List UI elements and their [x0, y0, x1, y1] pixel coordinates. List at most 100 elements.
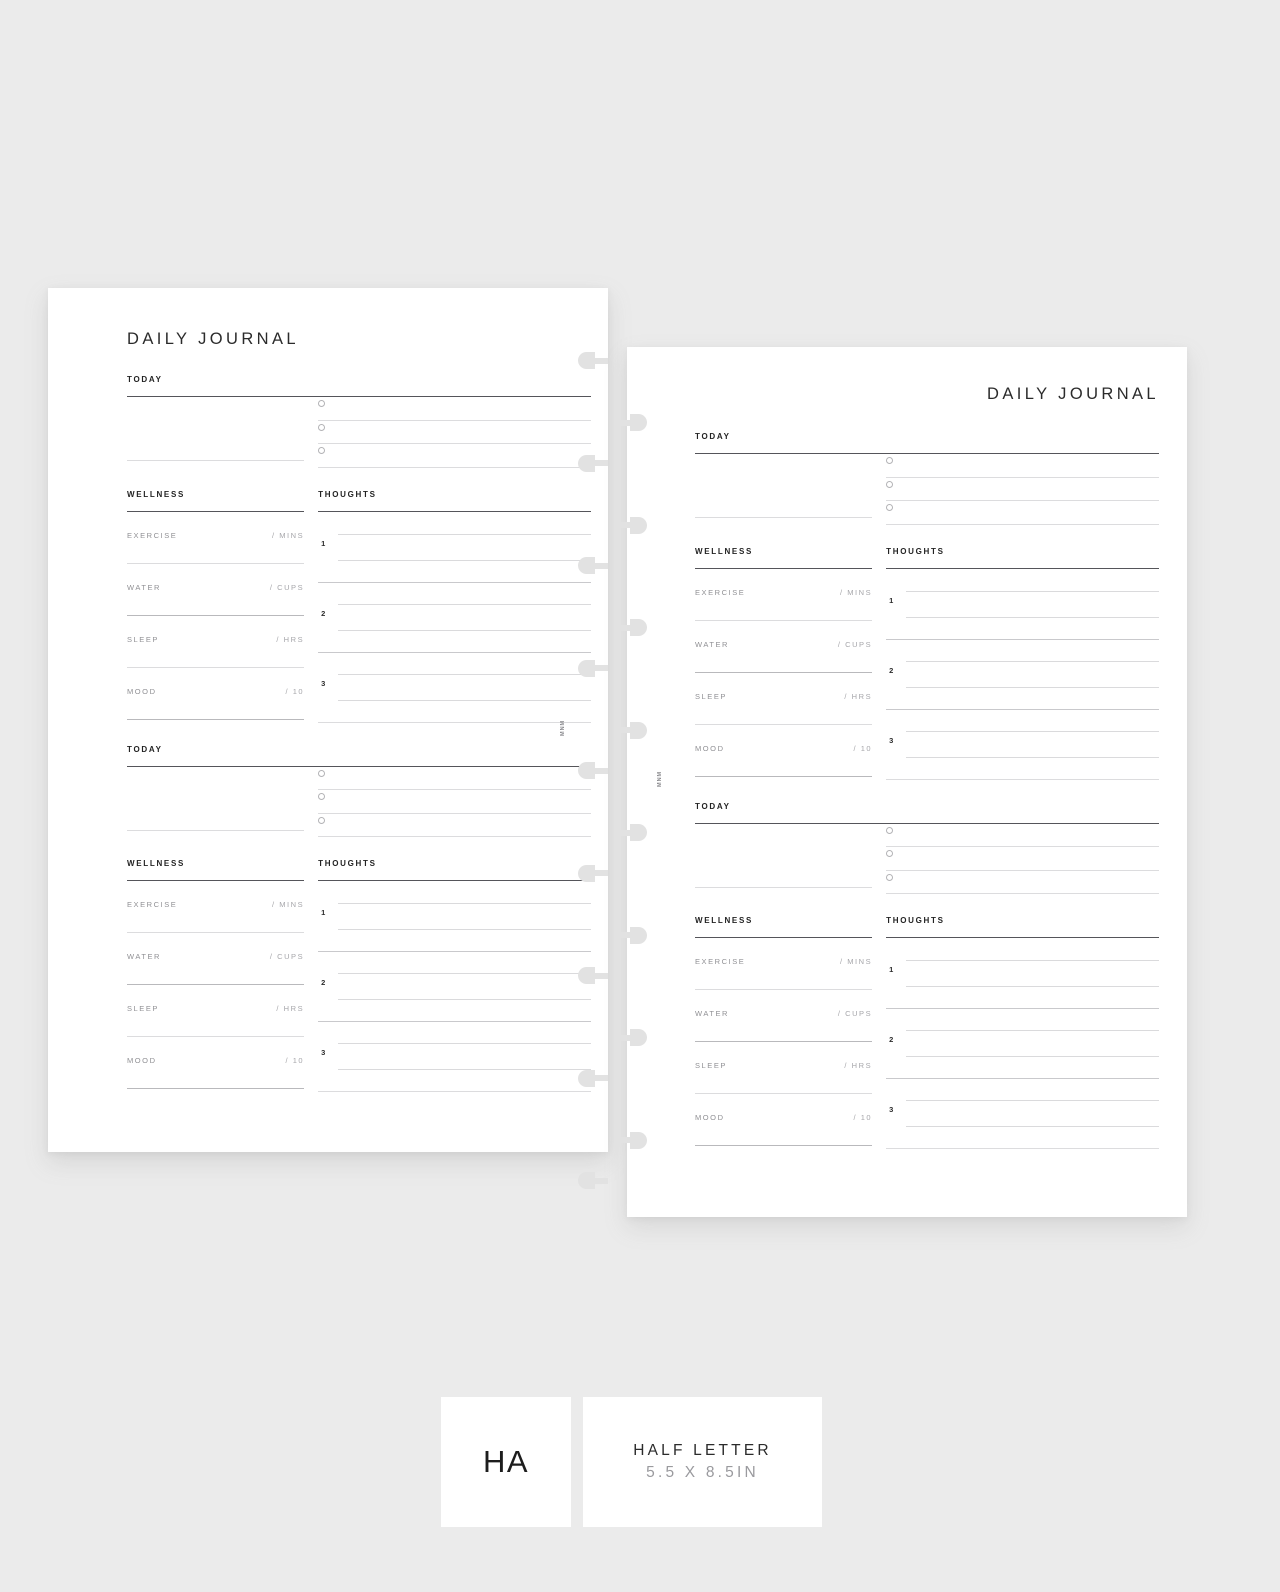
wellness-row[interactable]: WATER / CUPS [695, 621, 873, 673]
checklist-item[interactable] [886, 871, 1159, 894]
thought-write-lines[interactable] [338, 951, 591, 1021]
wellness-row-text: MOOD / 10 [127, 687, 304, 696]
today-freeform-area[interactable] [127, 767, 318, 838]
radio-circle-icon[interactable] [318, 769, 326, 777]
thought-write-lines[interactable] [338, 582, 591, 652]
thought-write-lines[interactable] [338, 1021, 591, 1091]
checklist-item[interactable] [318, 444, 591, 468]
wellness-row[interactable]: EXERCISE / MINS [695, 569, 873, 621]
wellness-row[interactable]: SLEEP / HRS [127, 985, 305, 1037]
today-freeform-area[interactable] [695, 454, 886, 525]
thought-write-lines[interactable] [906, 569, 1159, 639]
wellness-row[interactable]: EXERCISE / MINS [695, 938, 873, 990]
thought-group[interactable]: 2 [886, 638, 1159, 709]
thought-group[interactable]: 2 [318, 581, 591, 652]
thought-write-lines[interactable] [906, 1078, 1159, 1148]
today-freeform-box[interactable] [695, 824, 872, 887]
wellness-row[interactable]: WATER / CUPS [127, 933, 305, 985]
thought-group[interactable]: 2 [886, 1008, 1159, 1078]
wellness-row[interactable]: MOOD / 10 [695, 1094, 873, 1146]
radio-circle-icon[interactable] [886, 850, 894, 857]
checklist-item[interactable] [318, 790, 591, 814]
radio-circle-icon[interactable] [318, 793, 326, 800]
thought-group[interactable]: 3 [886, 1078, 1159, 1148]
thought-group[interactable]: 1 [886, 938, 1159, 1008]
checklist-item[interactable] [886, 824, 1159, 847]
wellness-header-col: WELLNESS [695, 547, 886, 556]
wellness-row-text: WATER / CUPS [127, 583, 304, 592]
wellness-row[interactable]: SLEEP / HRS [695, 1042, 873, 1094]
thought-write-lines[interactable] [906, 1008, 1159, 1078]
thought-write-lines[interactable] [338, 512, 591, 582]
radio-circle-icon[interactable] [886, 480, 894, 488]
wellness-thoughts-block: WELLNESS THOUGHTS EXERCISE / MINS WATER / CUP… [127, 490, 591, 723]
wellness-row-unit: / 10 [285, 686, 305, 696]
wellness-row-unit: / MINS [839, 957, 873, 966]
today-freeform-box[interactable] [127, 767, 304, 830]
today-freeform-box[interactable] [695, 454, 872, 517]
thought-write-line [338, 1069, 591, 1070]
today-freeform-box[interactable] [127, 397, 304, 460]
wellness-row[interactable]: WATER / CUPS [127, 564, 305, 616]
wellness-thoughts-block: WELLNESS THOUGHTS EXERCISE / MINS WATER / CUP… [127, 859, 591, 1092]
radio-circle-icon[interactable] [318, 816, 326, 824]
page-title: DAILY JOURNAL [127, 330, 299, 348]
checklist-item[interactable] [886, 501, 1159, 525]
checklist-item[interactable] [318, 767, 591, 790]
checklist-item[interactable] [318, 814, 591, 837]
thought-group[interactable]: 3 [318, 1021, 591, 1091]
thought-group[interactable]: 2 [318, 951, 591, 1021]
wellness-row[interactable]: EXERCISE / MINS [127, 512, 305, 564]
checklist-item[interactable] [886, 454, 1159, 478]
radio-circle-icon[interactable] [318, 423, 326, 431]
radio-circle-icon[interactable] [886, 826, 894, 834]
wellness-row[interactable]: SLEEP / HRS [695, 673, 873, 725]
checklist-item[interactable] [318, 397, 591, 421]
today-freeform-area[interactable] [127, 397, 318, 468]
thoughts-bottom-rule [318, 1091, 591, 1092]
thought-group[interactable]: 3 [886, 708, 1159, 779]
radio-circle-icon[interactable] [886, 873, 894, 881]
thought-write-lines[interactable] [338, 652, 591, 722]
wellness-row[interactable]: SLEEP / HRS [127, 616, 305, 668]
radio-circle-icon[interactable] [886, 457, 894, 464]
disc-hole-cap [578, 967, 595, 984]
thought-number: 1 [889, 965, 894, 974]
thought-write-lines[interactable] [906, 938, 1159, 1008]
wellness-row[interactable]: MOOD / 10 [695, 725, 873, 777]
thought-group[interactable]: 1 [318, 881, 591, 951]
wellness-label: WELLNESS [127, 859, 186, 868]
today-label: TODAY [127, 375, 163, 384]
checklist-item-rule [318, 466, 591, 468]
radio-circle-icon[interactable] [318, 447, 326, 454]
checklist-item[interactable] [886, 847, 1159, 871]
thought-number: 2 [889, 665, 894, 675]
wellness-row[interactable]: MOOD / 10 [127, 668, 305, 720]
wellness-row[interactable]: MOOD / 10 [127, 1037, 305, 1089]
page-title: DAILY JOURNAL [987, 385, 1159, 403]
today-block: TODAY [695, 432, 1159, 525]
radio-circle-icon[interactable] [886, 504, 894, 511]
thought-group[interactable]: 3 [318, 651, 591, 722]
thought-write-line [906, 660, 1159, 662]
radio-circle-icon[interactable] [318, 400, 326, 407]
wellness-label: WELLNESS [127, 489, 186, 499]
checklist-item[interactable] [318, 421, 591, 444]
thought-write-lines[interactable] [906, 639, 1159, 709]
thought-write-lines[interactable] [338, 881, 591, 951]
wellness-row-text: MOOD / 10 [127, 1056, 304, 1065]
disc-hole-cap [630, 1029, 647, 1046]
checklist-item[interactable] [886, 478, 1159, 501]
today-freeform-area[interactable] [695, 824, 886, 895]
thought-write-line [338, 699, 591, 701]
thought-group[interactable]: 1 [318, 512, 591, 582]
wellness-row[interactable]: EXERCISE / MINS [127, 881, 305, 933]
planner-page-right: DAILY JOURNAL TODAY WELLNESS THOUGHTS EXERCI… [627, 347, 1187, 1217]
wellness-row-rule [695, 775, 873, 777]
brand-vertical-mark: MNM [657, 770, 663, 787]
thought-write-lines[interactable] [906, 709, 1159, 779]
wellness-row[interactable]: WATER / CUPS [695, 990, 873, 1042]
disc-hole-left [578, 967, 608, 984]
wellness-row-name: SLEEP [695, 691, 727, 701]
thought-group[interactable]: 1 [886, 569, 1159, 639]
